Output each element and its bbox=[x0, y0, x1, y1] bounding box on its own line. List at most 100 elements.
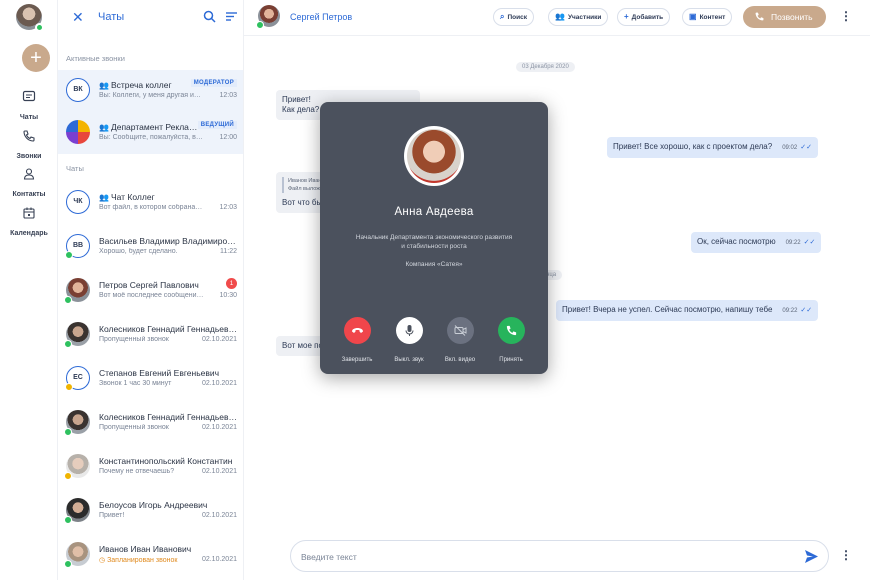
last-message: Вот файл, в котором собрана вся информац… bbox=[99, 204, 204, 211]
phone-icon bbox=[755, 12, 764, 21]
accept-call-button[interactable]: Принять bbox=[488, 317, 534, 366]
caller-avatar bbox=[404, 126, 464, 186]
phone-icon bbox=[497, 317, 525, 344]
list-item[interactable]: ЕС Степанов Евгений Евгеньевич Звонок 1 … bbox=[58, 358, 243, 400]
microphone-icon bbox=[395, 317, 423, 344]
message-bubble: Ок, сейчас посмотрю 09:22 ✓✓ bbox=[691, 232, 822, 253]
call-button[interactable]: Позвонить bbox=[743, 6, 826, 28]
list-item[interactable]: Колесников Геннадий Геннадьевич Пропущен… bbox=[58, 314, 243, 356]
avatar: ЧК bbox=[66, 190, 90, 214]
list-item[interactable]: Иванов Иван Иванович ◷ Запланирован звон… bbox=[58, 534, 243, 576]
chat-list-panel: ✕ Чаты Активные звонки ВК 👥 Встреча колле… bbox=[58, 0, 244, 580]
close-icon[interactable]: ✕ bbox=[72, 9, 84, 26]
chat-name: 👥 Чат Коллег bbox=[99, 192, 155, 202]
nav-calls-label: Звонки bbox=[16, 153, 42, 160]
last-message: Привет! bbox=[99, 512, 125, 519]
people-icon: 👥 bbox=[555, 12, 565, 21]
add-user-button[interactable]: + Добавить bbox=[617, 8, 671, 26]
message-time: 02.10.2021 bbox=[201, 336, 237, 343]
avatar: ВК bbox=[66, 78, 90, 102]
list-item[interactable]: Колесников Геннадий Геннадьевич Пропущен… bbox=[58, 402, 243, 444]
section-active-calls: Активные звонки bbox=[66, 54, 125, 63]
unread-badge: 1 bbox=[226, 278, 237, 289]
group-icon: 👥 bbox=[99, 81, 109, 90]
list-item[interactable]: ЧК 👥 Чат Коллег Вот файл, в котором собра… bbox=[58, 182, 243, 224]
nav-contacts-label: Контакты bbox=[12, 191, 46, 198]
my-avatar[interactable] bbox=[16, 4, 44, 32]
list-item[interactable]: 👥 Департамент Рекламы ВЕДУЩИЙ Вы: Сообщит… bbox=[58, 112, 243, 154]
hang-up-icon bbox=[343, 317, 371, 344]
contact-name[interactable]: Сергей Петров bbox=[290, 12, 352, 22]
clock-icon: ◷ bbox=[99, 557, 108, 564]
chat-name: Константинопольский Константин bbox=[99, 456, 233, 466]
read-check-icon: ✓✓ bbox=[803, 239, 816, 246]
nav-chats-label: Чаты bbox=[19, 114, 39, 121]
online-status-dot bbox=[64, 340, 72, 348]
avatar bbox=[64, 542, 90, 568]
avatar bbox=[64, 278, 90, 304]
last-message: Вы: Сообщите, пожалуйста, в какое время bbox=[99, 134, 204, 141]
end-call-button[interactable]: Завершить bbox=[334, 317, 380, 366]
content-button[interactable]: ▣ Контент bbox=[682, 8, 733, 26]
image-icon: ▣ bbox=[689, 12, 697, 21]
nav-calendar[interactable]: Календарь bbox=[0, 206, 58, 240]
search-button[interactable]: ⌕ Поиск bbox=[493, 8, 534, 26]
caller-position: Начальник Департамента экономического ра… bbox=[355, 234, 513, 250]
message-time: 10:30 bbox=[219, 292, 237, 299]
read-check-icon: ✓✓ bbox=[800, 307, 813, 314]
caller-company: Компания «Сатея» bbox=[405, 261, 463, 268]
add-user-icon: + bbox=[624, 12, 629, 21]
away-status-dot bbox=[64, 472, 72, 480]
last-message: Звонок 1 час 30 минут bbox=[99, 380, 172, 387]
last-message: Хорошо, будет сделано. bbox=[99, 248, 178, 255]
nav-chats[interactable]: Чаты bbox=[0, 90, 58, 124]
section-chats: Чаты bbox=[66, 164, 84, 173]
message-time: 02.10.2021 bbox=[201, 380, 237, 387]
caller-name: Анна Авдеева bbox=[394, 206, 474, 218]
message-composer bbox=[290, 540, 829, 572]
message-time: 02.10.2021 bbox=[201, 556, 237, 563]
list-item[interactable]: Константинопольский Константин Почему не… bbox=[58, 446, 243, 488]
chat-name: 👥 Департамент Рекламы bbox=[99, 122, 199, 132]
last-message: Почему не отвечаешь? bbox=[99, 468, 175, 475]
group-icon: 👥 bbox=[99, 123, 109, 132]
phone-icon bbox=[23, 130, 35, 142]
chat-name: 👥 Встреча коллег bbox=[99, 80, 172, 90]
list-item[interactable]: Петров Сергей Павлович 1 Вот моё последн… bbox=[58, 270, 243, 312]
date-separator: 03 Декабря 2020 bbox=[516, 62, 575, 72]
message-input[interactable] bbox=[301, 549, 781, 565]
send-icon[interactable] bbox=[804, 549, 819, 564]
new-chat-button[interactable]: + bbox=[22, 44, 50, 72]
away-status-dot bbox=[65, 383, 73, 391]
mute-button[interactable]: Выкл. звук bbox=[386, 317, 432, 366]
group-icon: 👥 bbox=[99, 193, 109, 202]
composer-more-icon[interactable]: ⋮ bbox=[840, 548, 852, 562]
list-item[interactable]: ВВ Васильев Владимир Владимирович Хорошо… bbox=[58, 226, 243, 268]
search-icon: ⌕ bbox=[500, 12, 505, 21]
list-item[interactable]: Белоусов Игорь Андреевич Привет! 02.10.2… bbox=[58, 490, 243, 532]
last-message: Вот моё последнее сообщение в этом чате bbox=[99, 292, 204, 299]
video-toggle-button[interactable]: Вкл. видео bbox=[437, 317, 483, 366]
nav-contacts[interactable]: Контакты bbox=[0, 167, 58, 201]
message-time: 02.10.2021 bbox=[201, 512, 237, 519]
chat-name: Колесников Геннадий Геннадьевич bbox=[99, 324, 237, 334]
chat-icon bbox=[22, 90, 36, 102]
contact-avatar[interactable] bbox=[256, 5, 280, 29]
online-status-dot bbox=[65, 251, 73, 259]
filter-icon[interactable] bbox=[226, 11, 237, 22]
last-message: Пропущенный звонок bbox=[99, 424, 169, 431]
online-status-dot bbox=[256, 21, 264, 29]
members-button[interactable]: 👥 Участники bbox=[548, 8, 609, 26]
message-time: 12:03 bbox=[219, 204, 237, 211]
nav-calls[interactable]: Звонки bbox=[0, 129, 58, 163]
avatar bbox=[64, 322, 90, 348]
list-item[interactable]: ВК 👥 Встреча коллег МОДЕРАТОР Вы: Коллеги… bbox=[58, 70, 243, 112]
chat-list-title: Чаты bbox=[98, 11, 125, 23]
online-status-dot bbox=[64, 296, 72, 304]
last-message: Пропущенный звонок bbox=[99, 336, 169, 343]
message-bubble: Привет! Все хорошо, как с проектом дела?… bbox=[607, 137, 818, 158]
search-icon[interactable] bbox=[203, 10, 216, 23]
incoming-call-dialog: Анна Авдеева Начальник Департамента экон… bbox=[320, 102, 548, 374]
chat-list-header: ✕ Чаты bbox=[58, 0, 243, 36]
more-options-icon[interactable]: ⋮ bbox=[840, 9, 852, 23]
